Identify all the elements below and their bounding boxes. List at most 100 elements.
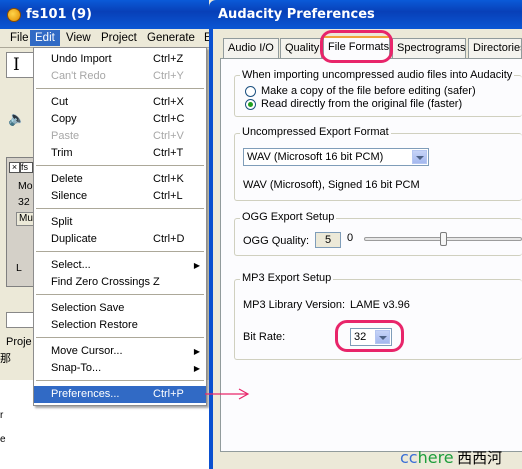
menu-item-split[interactable]: Split bbox=[34, 214, 206, 231]
menu-item-shortcut: Ctrl+P bbox=[153, 388, 184, 400]
chevron-down-icon[interactable] bbox=[412, 150, 427, 164]
preferences-title: Audacity Preferences bbox=[218, 7, 375, 22]
menu-item-can-t-redo: Can't Redo Ctrl+Y bbox=[34, 68, 206, 85]
menu-item-move-cursor[interactable]: Move Cursor... ▶ bbox=[34, 343, 206, 360]
menu-item-silence[interactable]: Silence Ctrl+L bbox=[34, 188, 206, 205]
mute-button[interactable]: Mu bbox=[16, 212, 34, 226]
menu-item-label: Move Cursor... bbox=[51, 345, 123, 357]
track-info-mono: Mo bbox=[18, 180, 33, 192]
export-format-select[interactable]: WAV (Microsoft 16 bit PCM) bbox=[243, 148, 429, 166]
menu-separator bbox=[36, 337, 204, 338]
option-make-copy-label[interactable]: Make a copy of the file before editing (… bbox=[261, 85, 476, 97]
mp3-library-label: MP3 Library Version: bbox=[243, 299, 346, 311]
tab-audio-io[interactable]: Audio I/O bbox=[223, 38, 279, 58]
menu-item-copy[interactable]: Copy Ctrl+C bbox=[34, 111, 206, 128]
ogg-quality-value: 5 bbox=[315, 232, 341, 248]
menu-separator bbox=[36, 251, 204, 252]
main-window-title: fs101 (9) bbox=[26, 7, 92, 22]
menu-item-shortcut: Ctrl+Y bbox=[153, 70, 184, 82]
ogg-quality-label: OGG Quality: bbox=[243, 235, 310, 247]
selection-tool-button[interactable]: I bbox=[6, 52, 36, 78]
pan-left-label: L bbox=[16, 262, 22, 274]
watermark-here: here bbox=[417, 448, 454, 467]
ogg-quality-slider-thumb[interactable] bbox=[440, 232, 447, 246]
submenu-arrow-icon: ▶ bbox=[193, 364, 200, 373]
radio-read-direct[interactable] bbox=[245, 99, 256, 110]
export-format-description: WAV (Microsoft), Signed 16 bit PCM bbox=[243, 179, 420, 191]
menu-item-shortcut: Ctrl+L bbox=[153, 190, 183, 202]
menu-item-shortcut: Ctrl+C bbox=[153, 113, 185, 125]
i-beam-icon: I bbox=[13, 55, 20, 75]
menu-item-selection-save[interactable]: Selection Save bbox=[34, 300, 206, 317]
mp3-library-value: LAME v3.96 bbox=[350, 299, 410, 311]
menu-item-shortcut: Ctrl+D bbox=[153, 233, 185, 245]
option-read-direct-label[interactable]: Read directly from the original file (fa… bbox=[261, 98, 462, 110]
horizontal-scrollbar[interactable] bbox=[6, 312, 34, 328]
ogg-group-heading: OGG Export Setup bbox=[240, 211, 337, 223]
menu-item-selection-restore[interactable]: Selection Restore bbox=[34, 317, 206, 334]
menu-item-label: Duplicate bbox=[51, 233, 97, 245]
menu-item-label: Preferences... bbox=[51, 388, 120, 400]
menu-item-label: Selection Save bbox=[51, 302, 125, 314]
submenu-arrow-icon: ▶ bbox=[193, 347, 200, 356]
menu-item-shortcut: Ctrl+V bbox=[153, 130, 184, 142]
tab-spectrograms[interactable]: Spectrograms bbox=[392, 38, 466, 58]
menu-item-label: Undo Import bbox=[51, 53, 112, 65]
dialog-frame-border bbox=[209, 29, 213, 469]
watermark-cc: cc bbox=[400, 448, 418, 467]
menu-item-shortcut: Ctrl+T bbox=[153, 147, 184, 159]
menu-item-snap-to[interactable]: Snap-To... ▶ bbox=[34, 360, 206, 377]
menu-item-label: Paste bbox=[51, 130, 80, 142]
menu-item-trim[interactable]: Trim Ctrl+T bbox=[34, 145, 206, 162]
menu-item-shortcut: Ctrl+X bbox=[153, 96, 184, 108]
edit-dropdown-menu: Undo Import Ctrl+Z Can't Redo Ctrl+Y Cut Ctrl… bbox=[33, 47, 207, 406]
menu-item-select[interactable]: Select... ▶ bbox=[34, 257, 206, 274]
menu-item-undo-import[interactable]: Undo Import Ctrl+Z bbox=[34, 51, 206, 68]
bitrate-highlight-ring bbox=[335, 320, 404, 352]
menu-item-label: Copy bbox=[51, 113, 77, 125]
menu-item-label: Select... bbox=[51, 259, 91, 271]
project-rate-label: Proje bbox=[6, 336, 32, 348]
audacity-app-icon[interactable] bbox=[7, 8, 21, 22]
menu-item-label: Find Zero Crossings bbox=[51, 276, 151, 288]
menubar: File Edit View Project Generate E bbox=[0, 29, 214, 47]
side-char-1: 那 bbox=[0, 353, 11, 365]
menu-item-shortcut: Z bbox=[153, 276, 160, 288]
tab-quality[interactable]: Quality bbox=[280, 38, 322, 58]
menu-item-label: Snap-To... bbox=[51, 362, 102, 374]
menu-project[interactable]: Project bbox=[96, 30, 142, 46]
menu-view[interactable]: View bbox=[61, 30, 96, 46]
menu-separator bbox=[36, 294, 204, 295]
bit-rate-label: Bit Rate: bbox=[243, 331, 286, 343]
menu-item-label: Trim bbox=[51, 147, 73, 159]
submenu-arrow-icon: ▶ bbox=[193, 261, 200, 270]
track-name-button[interactable]: fs bbox=[20, 162, 33, 173]
speaker-icon: 🔈 bbox=[8, 110, 26, 126]
menu-item-shortcut: Ctrl+Z bbox=[153, 53, 184, 65]
watermark-chinese: 西西河 bbox=[457, 449, 503, 467]
mp3-group-heading: MP3 Export Setup bbox=[240, 272, 334, 284]
export-format-value: WAV (Microsoft 16 bit PCM) bbox=[247, 151, 384, 163]
side-char-3: e bbox=[0, 434, 6, 445]
menu-item-label: Selection Restore bbox=[51, 319, 138, 331]
menu-item-find-zero-crossings[interactable]: Find Zero Crossings Z bbox=[34, 274, 206, 291]
uncompressed-group-heading: Uncompressed Export Format bbox=[240, 126, 391, 138]
ogg-slider-min-label: 0 bbox=[347, 232, 354, 244]
menu-generate[interactable]: Generate bbox=[142, 30, 200, 46]
menu-item-label: Silence bbox=[51, 190, 88, 202]
track-close-button[interactable]: × bbox=[9, 162, 20, 173]
side-char-2: r bbox=[0, 410, 4, 421]
menu-item-label: Split bbox=[51, 216, 73, 228]
radio-make-copy[interactable] bbox=[245, 86, 256, 97]
menu-item-duplicate[interactable]: Duplicate Ctrl+D bbox=[34, 231, 206, 248]
menu-separator bbox=[36, 380, 204, 381]
menu-item-delete[interactable]: Delete Ctrl+K bbox=[34, 171, 206, 188]
menu-item-paste: Paste Ctrl+V bbox=[34, 128, 206, 145]
menu-item-label: Cut bbox=[51, 96, 69, 108]
menu-separator bbox=[36, 208, 204, 209]
menu-item-preferences[interactable]: Preferences... Ctrl+P bbox=[34, 386, 206, 403]
menu-edit[interactable]: Edit bbox=[30, 30, 60, 46]
menu-item-shortcut: Ctrl+K bbox=[153, 173, 184, 185]
tab-directories[interactable]: Directories bbox=[468, 38, 522, 58]
menu-item-cut[interactable]: Cut Ctrl+X bbox=[34, 94, 206, 111]
